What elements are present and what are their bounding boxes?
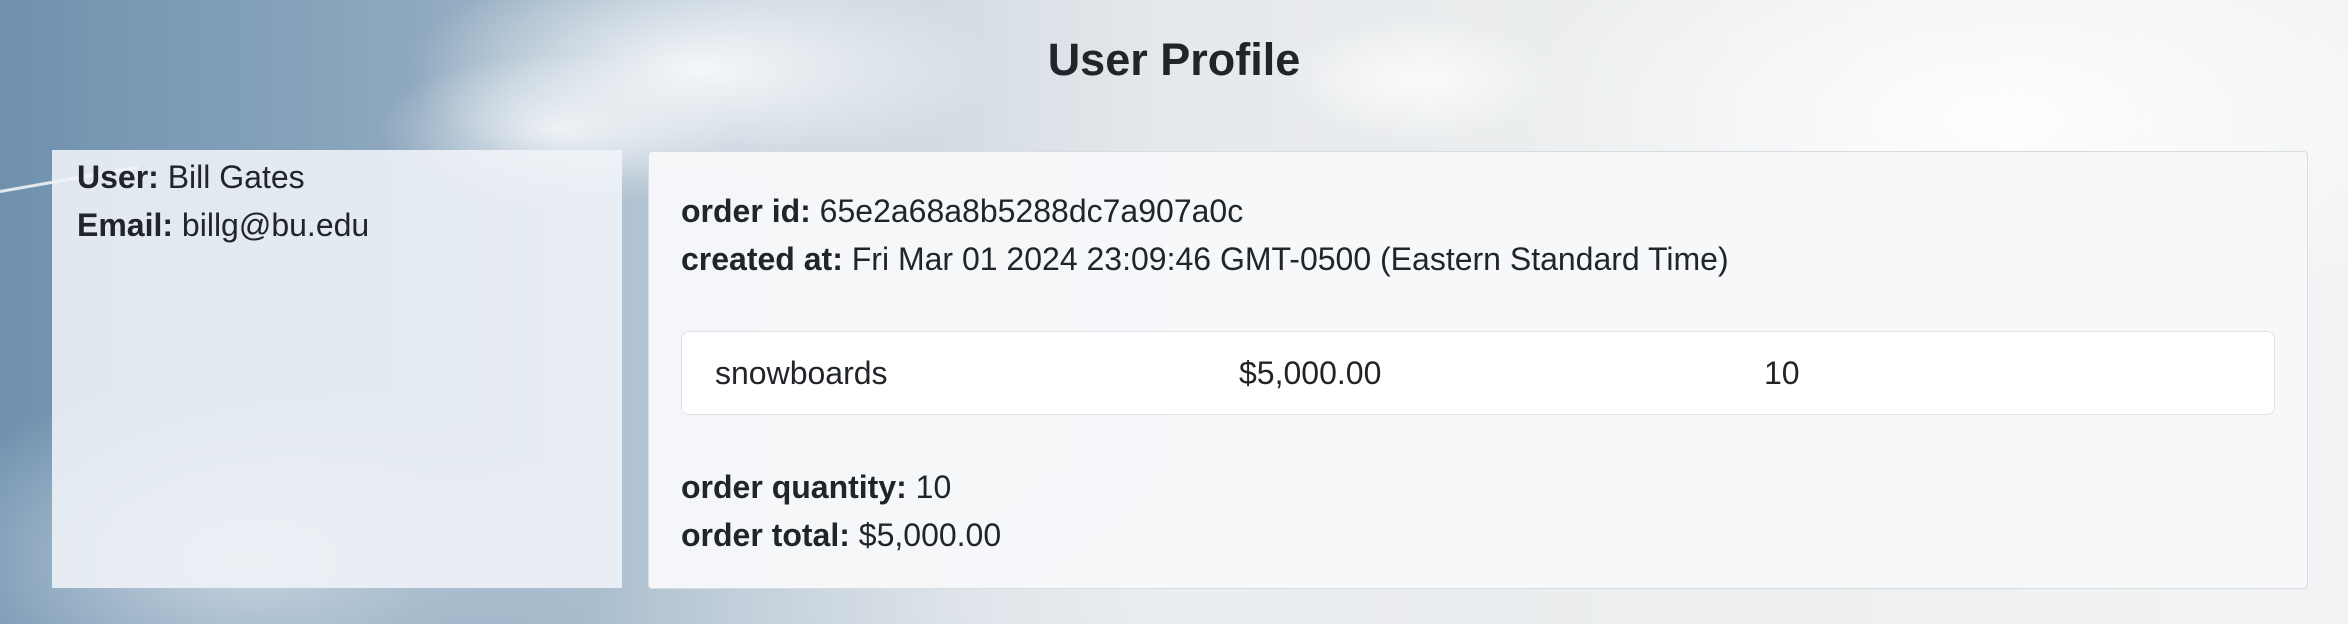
order-summary: order quantity: 10 order total: $5,000.0… [681,463,2275,559]
item-name: snowboards [715,355,888,391]
item-price: $5,000.00 [1239,355,1382,391]
user-email-row: Email: billg@bu.edu [77,201,597,249]
created-at-label: created at: [681,241,843,277]
item-quantity: 10 [1764,355,1800,391]
order-quantity-label: order quantity: [681,469,907,505]
user-name-row: User: Bill Gates [77,153,597,201]
order-quantity-value: 10 [915,469,952,505]
order-id-row: order id: 65e2a68a8b5288dc7a907a0c [681,187,2275,235]
order-total-label: order total: [681,517,850,553]
order-id-value: 65e2a68a8b5288dc7a907a0c [819,193,1244,229]
order-card: order id: 65e2a68a8b5288dc7a907a0c creat… [648,151,2308,589]
order-total-value: $5,000.00 [858,517,1002,553]
order-quantity-row: order quantity: 10 [681,463,2275,511]
order-id-label: order id: [681,193,811,229]
user-name: Bill Gates [167,159,305,195]
user-info-card: User: Bill Gates Email: billg@bu.edu [52,150,622,588]
order-total-row: order total: $5,000.00 [681,511,2275,559]
email-label: Email: [77,207,174,243]
user-label: User: [77,159,159,195]
user-email: billg@bu.edu [181,207,370,243]
order-created-row: created at: Fri Mar 01 2024 23:09:46 GMT… [681,235,2275,283]
page-title: User Profile [1047,34,1301,85]
order-item-row: snowboards $5,000.00 10 [681,331,2275,415]
created-at-value: Fri Mar 01 2024 23:09:46 GMT-0500 (Easte… [851,241,1729,277]
